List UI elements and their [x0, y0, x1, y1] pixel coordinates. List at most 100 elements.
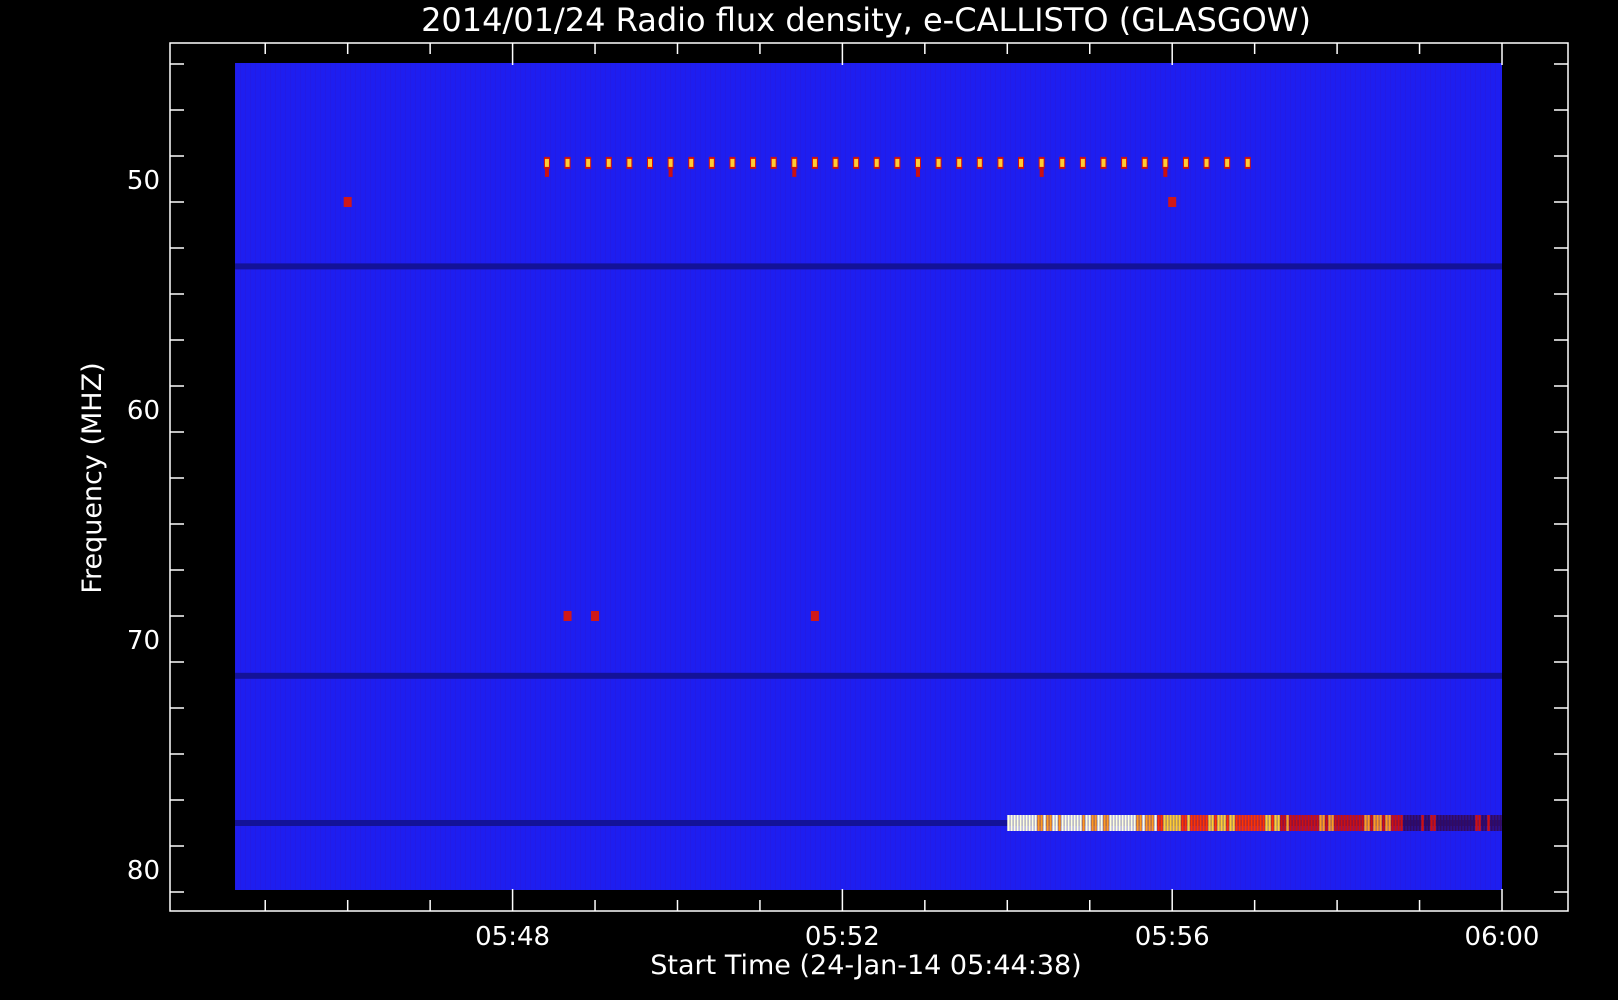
texture-stripe [255, 63, 256, 890]
burst-mark [1016, 815, 1019, 831]
texture-stripe [1015, 63, 1016, 890]
texture-stripe [275, 63, 276, 890]
burst-mark [1052, 815, 1055, 831]
texture-stripe [480, 63, 481, 890]
texture-stripe [250, 63, 251, 890]
burst-mark [1319, 815, 1322, 831]
texture-stripe [280, 63, 281, 890]
texture-stripe [565, 63, 566, 890]
texture-stripe [535, 63, 536, 890]
dark-band [235, 263, 1502, 270]
texture-stripe [1230, 63, 1231, 890]
burst-mark [1028, 815, 1031, 831]
texture-stripe [355, 63, 356, 890]
texture-stripe [1080, 63, 1081, 890]
texture-stripe [425, 63, 426, 890]
texture-stripe [1345, 63, 1346, 890]
texture-stripe [1500, 63, 1501, 890]
burst-mark [1262, 815, 1265, 831]
texture-stripe [1135, 63, 1136, 890]
texture-stripe [630, 63, 631, 890]
texture-stripe [455, 63, 456, 890]
texture-stripe [340, 63, 341, 890]
burst-mark [1208, 815, 1211, 831]
texture-stripe [920, 63, 921, 890]
burst-mark [1259, 815, 1262, 831]
texture-stripe [370, 63, 371, 890]
texture-stripe [325, 63, 326, 890]
burst-mark [1094, 815, 1097, 831]
texture-stripe [1020, 63, 1021, 890]
burst-mark [1097, 815, 1100, 831]
texture-stripe [675, 63, 676, 890]
texture-stripe [655, 63, 656, 890]
texture-stripe [1465, 63, 1466, 890]
x-tick-label: 05:56 [1135, 922, 1210, 952]
pulse-mark [730, 158, 735, 167]
texture-stripe [470, 63, 471, 890]
burst-mark [1241, 815, 1244, 831]
burst-mark [1037, 815, 1040, 831]
texture-stripe [1065, 63, 1066, 890]
texture-stripe [285, 63, 286, 890]
texture-stripe [1295, 63, 1296, 890]
burst-mark [1376, 815, 1379, 831]
burst-mark [1370, 815, 1373, 831]
texture-stripe [1035, 63, 1036, 890]
texture-stripe [1365, 63, 1366, 890]
burst-mark [1469, 815, 1472, 831]
texture-stripe [625, 63, 626, 890]
burst-mark [1166, 815, 1169, 831]
texture-stripe [905, 63, 906, 890]
pulse-mark [1101, 158, 1106, 167]
pulse-mark [1163, 158, 1168, 167]
texture-stripe [1045, 63, 1046, 890]
texture-stripe [765, 63, 766, 890]
texture-stripe [460, 63, 461, 890]
burst-mark [1148, 815, 1151, 831]
texture-stripe [520, 63, 521, 890]
burst-mark [1352, 815, 1355, 831]
texture-stripe [1150, 63, 1151, 890]
burst-mark [1031, 815, 1034, 831]
texture-stripe [1450, 63, 1451, 890]
texture-stripe [550, 63, 551, 890]
burst-mark [1103, 815, 1106, 831]
texture-stripe [1030, 63, 1031, 890]
burst-mark [1145, 815, 1148, 831]
burst-mark [1130, 815, 1133, 831]
burst-mark [1400, 815, 1403, 831]
texture-stripe [400, 63, 401, 890]
burst-mark [1022, 815, 1025, 831]
texture-stripe [595, 63, 596, 890]
burst-mark [1034, 815, 1037, 831]
texture-stripe [490, 63, 491, 890]
texture-stripe [1085, 63, 1086, 890]
texture-stripe [885, 63, 886, 890]
burst-mark [1025, 815, 1028, 831]
texture-stripe [1435, 63, 1436, 890]
texture-stripe [1330, 63, 1331, 890]
texture-stripe [385, 63, 386, 890]
burst-mark [1175, 815, 1178, 831]
burst-mark [1499, 815, 1502, 831]
spectrogram-chart: 2014/01/24 Radio flux density, e-CALLIST… [0, 0, 1618, 1000]
burst-mark [1139, 815, 1142, 831]
pulse-mark [1080, 158, 1085, 167]
burst-mark [1019, 815, 1022, 831]
texture-stripe [475, 63, 476, 890]
texture-stripe [1425, 63, 1426, 890]
burst-mark [1232, 815, 1235, 831]
texture-stripe [680, 63, 681, 890]
burst-mark [1187, 815, 1190, 831]
texture-stripe [1250, 63, 1251, 890]
texture-stripe [705, 63, 706, 890]
texture-stripe [510, 63, 511, 890]
burst-mark [1475, 815, 1478, 831]
texture-stripe [560, 63, 561, 890]
burst-mark [1226, 815, 1229, 831]
texture-stripe [605, 63, 606, 890]
texture-stripe [870, 63, 871, 890]
texture-stripe [585, 63, 586, 890]
burst-mark [1481, 815, 1484, 831]
